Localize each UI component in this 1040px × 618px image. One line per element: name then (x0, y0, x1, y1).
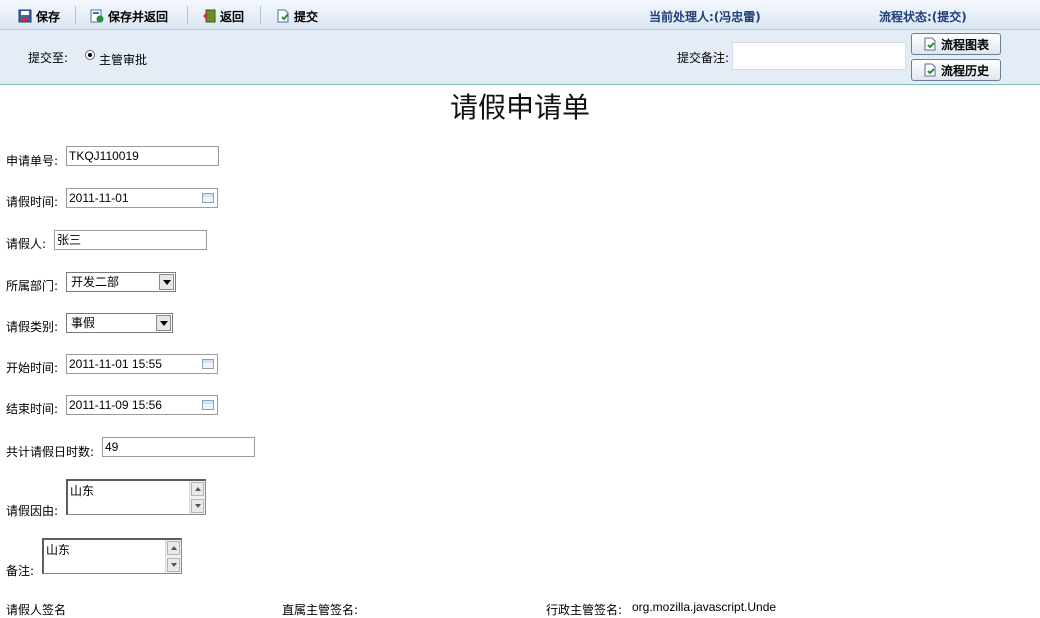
flow-history-label: 流程历史 (940, 63, 989, 78)
toolbar-divider (75, 6, 76, 24)
flow-icon (923, 63, 937, 77)
calendar-icon[interactable] (202, 193, 214, 203)
submit-button[interactable]: 提交 (276, 7, 318, 25)
flow-chart-label: 流程图表 (940, 37, 989, 52)
leave-type-select[interactable]: 事假 (66, 313, 173, 333)
scroll-up-icon[interactable] (191, 482, 204, 496)
leave-date-label: 请假时间: (6, 195, 59, 209)
supervisor-approval-label: 主管审批 (99, 53, 148, 67)
applicant-signature-label: 请假人签名 (6, 603, 67, 617)
toolbar-divider (187, 6, 188, 24)
department-value: 开发二部 (71, 275, 120, 289)
dropdown-arrow-icon[interactable] (159, 274, 174, 290)
reason-textarea[interactable]: 山东 (66, 479, 206, 515)
reason-value: 山东 (70, 484, 95, 498)
department-select[interactable]: 开发二部 (66, 272, 176, 292)
start-time-field[interactable]: 2011-11-01 15:55 (66, 354, 218, 374)
start-time-label: 开始时间: (6, 361, 59, 375)
return-button[interactable]: 返回 (202, 7, 244, 25)
admin-manager-signature-value: org.mozilla.javascript.Unde (632, 600, 777, 614)
leave-date-field[interactable]: 2011-11-01 (66, 188, 218, 208)
submit-icon (276, 9, 290, 23)
flow-chart-button[interactable]: 流程图表 (911, 33, 1001, 55)
end-time-label: 结束时间: (6, 402, 59, 416)
leave-date-value: 2011-11-01 (69, 191, 129, 205)
submit-memo-label: 提交备注: (677, 51, 730, 65)
submit-label: 提交 (294, 9, 319, 24)
end-time-value: 2011-11-09 15:56 (69, 398, 162, 412)
reason-label: 请假因由: (6, 504, 59, 518)
dropdown-arrow-icon[interactable] (156, 315, 171, 331)
submit-to-label: 提交至: (28, 51, 69, 65)
request-no-field[interactable]: TKQJ110019 (66, 146, 219, 166)
current-handler: 当前处理人:(冯忠雷) (649, 10, 761, 24)
remark-textarea[interactable]: 山东 (42, 538, 182, 574)
calendar-icon[interactable] (202, 359, 214, 369)
scroll-down-icon[interactable] (167, 558, 180, 572)
flow-history-button[interactable]: 流程历史 (911, 59, 1001, 81)
admin-manager-signature-label: 行政主管签名: (546, 603, 623, 617)
submit-memo-input[interactable] (732, 42, 906, 70)
save-icon (18, 9, 32, 23)
save-and-return-label: 保存并返回 (108, 9, 169, 24)
total-hours-label: 共计请假日时数: (6, 445, 95, 459)
applicant-label: 请假人: (6, 237, 47, 251)
start-time-value: 2011-11-01 15:55 (69, 357, 162, 371)
total-hours-field[interactable]: 49 (102, 437, 255, 457)
save-and-return-button[interactable]: 保存并返回 (90, 7, 168, 25)
reason-scrollbar[interactable] (189, 481, 205, 514)
request-no-label: 申请单号: (6, 154, 59, 168)
scroll-up-icon[interactable] (167, 541, 180, 555)
remark-value: 山东 (46, 543, 71, 557)
flow-status: 流程状态:(提交) (879, 10, 967, 24)
applicant-field[interactable]: 张三 (54, 230, 207, 250)
save-button[interactable]: 保存 (18, 7, 60, 25)
remark-scrollbar[interactable] (165, 540, 181, 573)
direct-manager-signature-label: 直属主管签名: (282, 603, 359, 617)
end-time-field[interactable]: 2011-11-09 15:56 (66, 395, 218, 415)
leave-type-value: 事假 (71, 316, 96, 330)
return-label: 返回 (220, 9, 245, 24)
toolbar-divider (260, 6, 261, 24)
return-icon (202, 9, 216, 23)
save-label: 保存 (36, 9, 61, 24)
leave-type-label: 请假类别: (6, 320, 59, 334)
calendar-icon[interactable] (202, 400, 214, 410)
toolbar: 保存 保存并返回 返回 提交 当前处理人:(冯忠雷) 流程状态:(提交) (0, 0, 1040, 30)
remark-label: 备注: (6, 564, 35, 578)
scroll-down-icon[interactable] (191, 499, 204, 513)
flow-icon (923, 37, 937, 51)
page-title: 请假申请单 (449, 91, 590, 124)
supervisor-approval-radio[interactable] (85, 50, 95, 60)
department-label: 所属部门: (6, 279, 59, 293)
save-return-icon (90, 9, 104, 23)
submit-bar: 提交至: 主管审批 提交备注: 流程图表 流程历史 (0, 30, 1040, 85)
